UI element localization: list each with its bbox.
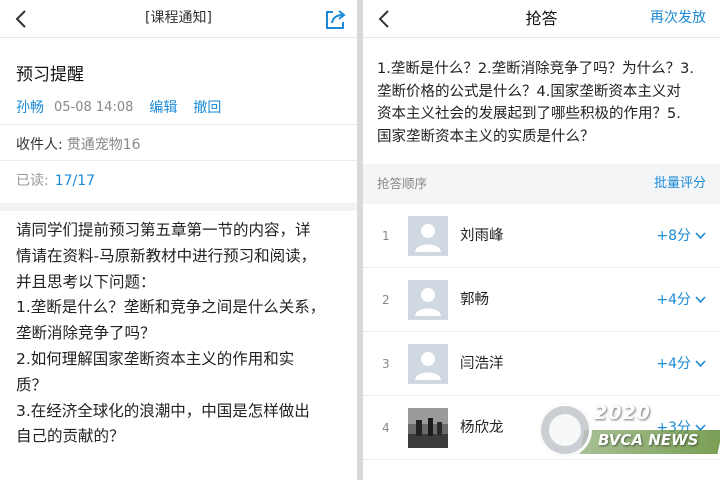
student-name: 刘雨峰 [460,228,504,244]
share-icon [326,10,346,29]
body-line: 1.垄断是什么？垄断和竞争之间是什么关系， [16,298,326,317]
question-line: 垄断价格的公式是什么？4.国家垄断资本主义对 [377,83,681,100]
score-dropdown[interactable]: +4分 [656,268,706,332]
user-avatar-icon [408,280,448,320]
question-text: 1.垄断是什么？2.垄断消除竞争了吗？为什么？3. 垄断价格的公式是什么？4.国… [377,58,706,148]
divider [0,124,357,125]
student-name: 杨欣龙 [460,420,504,436]
score-value: +4分 [656,356,691,372]
body-line: 3.在经济全球化的浪潮中，中国是怎样做出 [16,401,310,420]
answer-row[interactable]: 3 闫浩洋 +4分 [363,332,720,396]
user-avatar-icon [408,344,448,384]
watermark-year: 2020 [594,402,651,424]
student-name: 闫浩洋 [460,356,504,372]
section-gap [0,203,357,211]
body-line: 请同学们提前预习第五章第一节的内容，详 [16,221,311,239]
chevron-down-icon [695,232,706,240]
body-line: 并且思考以下问题： [16,272,156,291]
watermark: 2020 BVCA NEWS [538,400,720,460]
student-name: 郭畅 [460,292,489,308]
photo-avatar-icon [408,408,448,448]
rank-number: 4 [382,421,390,435]
rank-number: 2 [382,293,390,307]
score-dropdown[interactable]: +8分 [656,204,706,268]
avatar [408,344,448,384]
answer-navbar: 抢答 再次发放 [363,0,720,38]
answer-row[interactable]: 2 郭畅 +4分 [363,268,720,332]
edit-link[interactable]: 编辑 [149,97,177,117]
recipient-value: 贯通宠物16 [66,137,141,153]
body-line: 质？ [16,375,48,394]
rank-number: 3 [382,357,390,371]
order-label: 抢答顺序 [377,176,428,191]
question-line: 1.垄断是什么？2.垄断消除竞争了吗？为什么？3. [377,61,695,77]
watermark-brand: BVCA NEWS [598,431,699,449]
page-title: [课程通知] [145,10,212,26]
answer-row[interactable]: 1 刘雨峰 +8分 [363,204,720,268]
rank-number: 1 [382,229,390,243]
course-notice-panel: [课程通知] 预习提醒 孙畅 05-08 14:08 编辑 撤回 收件人: 贯通宠… [0,0,357,480]
avatar [408,216,448,256]
author-name[interactable]: 孙畅 [16,97,44,117]
share-button[interactable] [323,6,349,32]
question-line: 国家垄断资本主义的实质是什么？ [377,128,595,145]
score-value: +4分 [656,292,691,308]
question-line: 资本主义社会的发展起到了哪些积极的作用？5. [377,106,681,122]
avatar [408,280,448,320]
read-status-row[interactable]: 已读: 17/17 [16,170,95,190]
resend-button[interactable]: 再次发放 [650,0,706,37]
body-line: 2.如何理解国家垄断资本主义的作用和实 [16,349,295,368]
divider [0,160,357,161]
recipient-row: 收件人: 贯通宠物16 [16,134,141,154]
avatar [408,408,448,448]
notice-meta: 孙畅 05-08 14:08 编辑 撤回 [16,97,221,117]
read-label: 已读: [16,173,49,189]
body-line: 垄断消除竞争了吗？ [16,324,156,343]
watermark-logo-icon [538,403,592,457]
body-line: 情请在资料-马原新教材中进行预习和阅读， [16,246,317,265]
screenshot-stage: [课程通知] 预习提醒 孙畅 05-08 14:08 编辑 撤回 收件人: 贯通宠… [0,0,720,480]
score-value: +8分 [656,228,691,244]
body-line: 自己的贡献的？ [16,427,125,446]
score-dropdown[interactable]: +4分 [656,332,706,396]
batch-score-button[interactable]: 批量评分 [654,164,706,204]
read-count[interactable]: 17/17 [55,173,95,189]
notice-title: 预习提醒 [16,65,84,85]
chevron-down-icon [695,296,706,304]
notice-navbar: [课程通知] [0,0,357,38]
recipient-label: 收件人: [16,137,63,153]
user-avatar-icon [408,216,448,256]
chevron-down-icon [695,360,706,368]
notice-body: 请同学们提前预习第五章第一节的内容，详 情请在资料-马原新教材中进行预习和阅读，… [16,218,343,450]
answer-list-header: 抢答顺序 批量评分 [363,164,720,204]
withdraw-link[interactable]: 撤回 [193,97,221,117]
post-time: 05-08 14:08 [54,99,134,115]
